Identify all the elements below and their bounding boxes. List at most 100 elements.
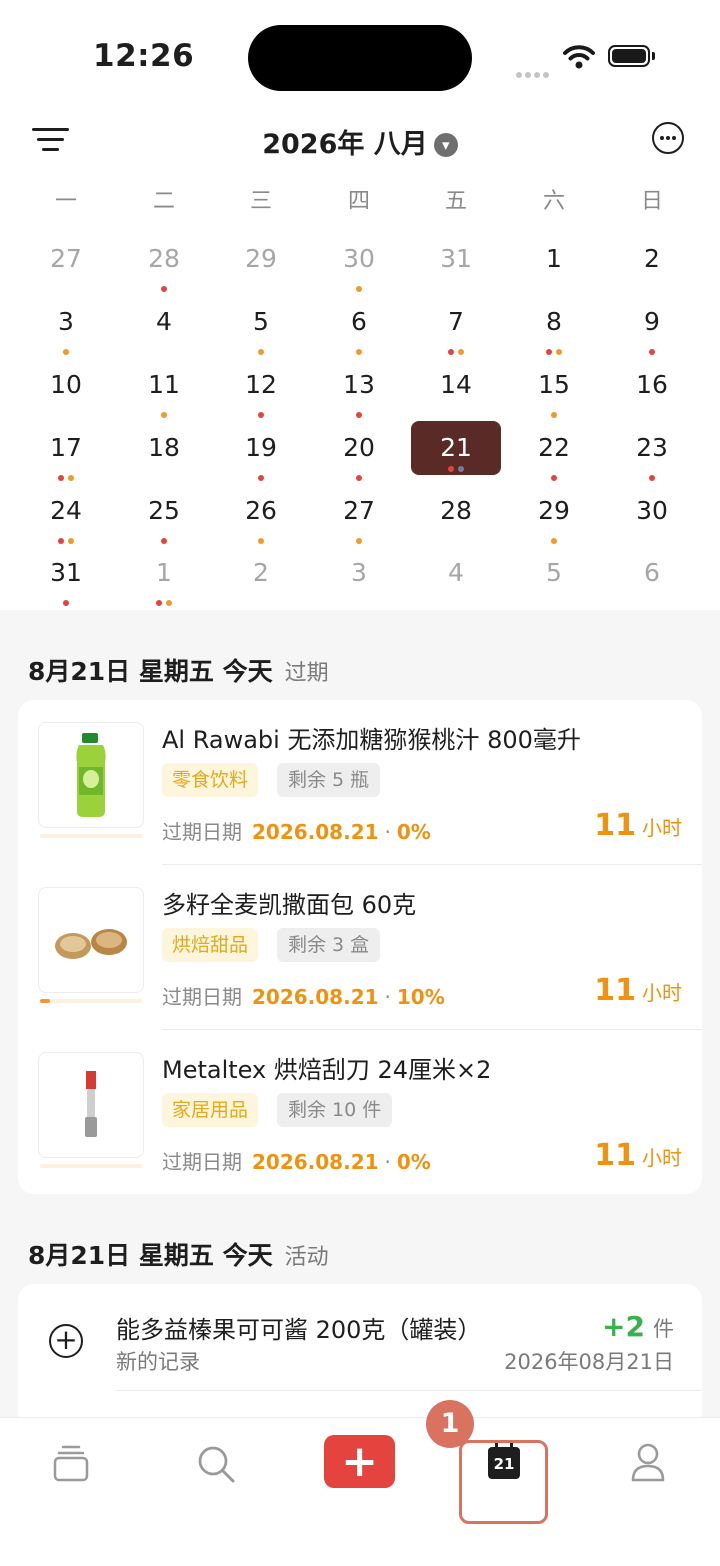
calendar-day[interactable]: 6 bbox=[314, 295, 404, 355]
calendar-day[interactable]: 29 bbox=[509, 484, 599, 544]
chevron-down-icon[interactable]: ▾ bbox=[433, 133, 458, 157]
wifi-icon bbox=[563, 45, 595, 69]
remaining-tag: 剩余 10 件 bbox=[277, 1093, 393, 1127]
tab-search-icon[interactable] bbox=[196, 1444, 236, 1484]
weekday-label: 三 bbox=[249, 189, 272, 214]
calendar-day[interactable]: 30 bbox=[314, 232, 404, 292]
calendar-day[interactable]: 4 bbox=[411, 546, 501, 600]
day-number: 17 bbox=[50, 433, 82, 462]
day-number: 3 bbox=[58, 307, 74, 336]
battery-icon bbox=[608, 45, 650, 67]
activity-row[interactable]: + 能多益榛果可可酱 200克（罐装） 新的记录 +2 件 2026年08月21日 bbox=[18, 1284, 702, 1391]
activity-section-title: 8月21日 星期五 今天 活动 bbox=[28, 1236, 329, 1272]
calendar-day[interactable]: 24 bbox=[21, 484, 111, 544]
more-options-icon[interactable] bbox=[652, 122, 684, 154]
calendar-day[interactable]: 3 bbox=[314, 546, 404, 600]
calendar-day[interactable]: 28 bbox=[119, 232, 209, 292]
calendar-day[interactable]: 19 bbox=[216, 421, 306, 481]
calendar-day[interactable]: 31 bbox=[21, 546, 111, 606]
calendar-day[interactable]: 23 bbox=[607, 421, 697, 481]
month-title[interactable]: 2026年 八月 bbox=[262, 129, 428, 160]
calendar-day[interactable]: 6 bbox=[607, 546, 697, 600]
event-dot bbox=[58, 538, 64, 544]
event-dot bbox=[551, 412, 557, 418]
event-dot bbox=[448, 466, 454, 472]
day-event-dots bbox=[119, 412, 209, 418]
product-image bbox=[38, 722, 144, 828]
day-number: 25 bbox=[148, 496, 180, 525]
calendar-day[interactable]: 28 bbox=[411, 484, 501, 538]
day-number: 31 bbox=[50, 558, 82, 587]
calendar-day[interactable]: 2 bbox=[216, 546, 306, 600]
calendar-day[interactable]: 5 bbox=[216, 295, 306, 355]
quantity-value: +2 bbox=[602, 1310, 645, 1343]
day-number: 6 bbox=[351, 307, 367, 336]
calendar-day[interactable]: 2 bbox=[607, 232, 697, 286]
tab-profile-icon[interactable] bbox=[630, 1442, 666, 1482]
list-item[interactable]: 多籽全麦凯撒面包 60克 烘焙甜品 剩余 3 盒 过期日期 2026.08.21 ·… bbox=[18, 865, 702, 1030]
calendar-day[interactable]: 21 bbox=[411, 421, 501, 475]
calendar-day[interactable]: 30 bbox=[607, 484, 697, 538]
calendar-day[interactable]: 5 bbox=[509, 546, 599, 600]
calendar-day[interactable]: 7 bbox=[411, 295, 501, 355]
calendar-day[interactable]: 25 bbox=[119, 484, 209, 544]
add-button[interactable]: + bbox=[324, 1435, 395, 1488]
calendar-day[interactable]: 10 bbox=[21, 358, 111, 412]
event-dot bbox=[356, 286, 362, 292]
separator: · bbox=[384, 985, 391, 1009]
day-number: 13 bbox=[343, 370, 375, 399]
event-dot bbox=[161, 538, 167, 544]
calendar-day[interactable]: 16 bbox=[607, 358, 697, 412]
event-dot bbox=[356, 538, 362, 544]
calendar-day[interactable]: 15 bbox=[509, 358, 599, 418]
expiry-date: 2026.08.21 bbox=[252, 820, 379, 844]
calendar-day[interactable]: 11 bbox=[119, 358, 209, 418]
hours-value: 11 bbox=[594, 808, 636, 843]
day-number: 5 bbox=[546, 558, 562, 587]
calendar-day[interactable]: 1 bbox=[119, 546, 209, 606]
event-dot bbox=[156, 600, 162, 606]
event-dot bbox=[258, 412, 264, 418]
calendar-day[interactable]: 22 bbox=[509, 421, 599, 481]
month-selector[interactable]: 2026年 八月 ▾ bbox=[0, 122, 720, 161]
calendar-day[interactable]: 31 bbox=[411, 232, 501, 286]
calendar-day[interactable]: 27 bbox=[314, 484, 404, 544]
calendar-day[interactable]: 26 bbox=[216, 484, 306, 544]
calendar-day[interactable]: 29 bbox=[216, 232, 306, 286]
calendar-day[interactable]: 18 bbox=[119, 421, 209, 475]
expired-section-title: 8月21日 星期五 今天 过期 bbox=[28, 652, 329, 688]
day-event-dots bbox=[314, 412, 404, 418]
event-dot bbox=[649, 349, 655, 355]
calendar-day[interactable]: 20 bbox=[314, 421, 404, 481]
calendar-day[interactable]: 4 bbox=[119, 295, 209, 349]
day-number: 23 bbox=[636, 433, 668, 462]
step-badge: 1 bbox=[426, 1400, 474, 1448]
calendar-day[interactable]: 17 bbox=[21, 421, 111, 481]
day-number: 27 bbox=[343, 496, 375, 525]
calendar-day[interactable]: 8 bbox=[509, 295, 599, 355]
activity-quantity: +2 件 bbox=[602, 1310, 674, 1343]
day-event-dots bbox=[21, 349, 111, 355]
hours-unit: 小时 bbox=[642, 981, 682, 1005]
list-item[interactable]: Metaltex 烘焙刮刀 24厘米×2 家居用品 剩余 10 件 过期日期 20… bbox=[18, 1030, 702, 1195]
calendar-day[interactable]: 12 bbox=[216, 358, 306, 418]
day-number: 20 bbox=[343, 433, 375, 462]
calendar-day[interactable]: 27 bbox=[21, 232, 111, 286]
calendar-day[interactable]: 3 bbox=[21, 295, 111, 355]
calendar-day[interactable]: 13 bbox=[314, 358, 404, 418]
weekday-label: 五 bbox=[444, 189, 467, 214]
day-number: 24 bbox=[50, 496, 82, 525]
weekday-label: 日 bbox=[640, 189, 663, 214]
day-event-dots bbox=[509, 349, 599, 355]
expiry-info: 过期日期 2026.08.21 · 0% bbox=[162, 1146, 431, 1175]
quantity-unit: 件 bbox=[653, 1317, 674, 1341]
day-number: 30 bbox=[343, 244, 375, 273]
dynamic-island bbox=[248, 25, 472, 91]
calendar-day[interactable]: 9 bbox=[607, 295, 697, 355]
tab-inventory-icon[interactable] bbox=[52, 1444, 90, 1482]
list-item[interactable]: Al Rawabi 无添加糖猕猴桃汁 800毫升 零食饮料 剩余 5 瓶 过期日… bbox=[18, 700, 702, 865]
day-number: 12 bbox=[245, 370, 277, 399]
calendar-day[interactable]: 1 bbox=[509, 232, 599, 286]
day-event-dots bbox=[216, 412, 306, 418]
calendar-day[interactable]: 14 bbox=[411, 358, 501, 412]
